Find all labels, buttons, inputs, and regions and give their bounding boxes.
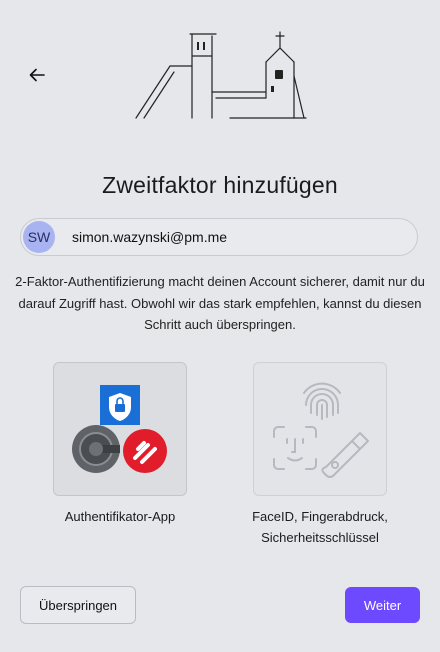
biometric-security-key-label: FaceID, Fingerabdruck, Sicherheitsschlüs… bbox=[252, 509, 388, 545]
google-authenticator-icon bbox=[72, 425, 120, 473]
arrow-left-icon bbox=[29, 68, 45, 82]
authenticator-app-icons bbox=[72, 385, 167, 473]
microsoft-authenticator-icon bbox=[100, 385, 140, 425]
back-button[interactable] bbox=[26, 64, 48, 86]
avatar: SW bbox=[23, 221, 55, 253]
fingerprint-icon bbox=[303, 382, 341, 420]
page-title: Zweitfaktor hinzufügen bbox=[102, 172, 338, 198]
biometric-security-key-option[interactable] bbox=[253, 362, 387, 496]
next-button[interactable]: Weiter bbox=[345, 587, 420, 623]
authenticator-app-label: Authentifikator-App bbox=[64, 509, 176, 524]
authenticator-app-option[interactable] bbox=[53, 362, 187, 496]
face-id-icon bbox=[273, 426, 317, 470]
security-key-icon bbox=[321, 432, 369, 478]
account-email: simon.wazynski@pm.me bbox=[72, 229, 228, 245]
account-chip: SW simon.wazynski@pm.me bbox=[20, 218, 418, 256]
skip-button[interactable]: Überspringen bbox=[20, 586, 136, 624]
description-text: 2-Faktor-Authentifizierung macht deinen … bbox=[15, 274, 425, 332]
biometric-icons bbox=[273, 382, 369, 478]
authy-icon bbox=[123, 429, 167, 473]
church-illustration bbox=[135, 31, 307, 119]
